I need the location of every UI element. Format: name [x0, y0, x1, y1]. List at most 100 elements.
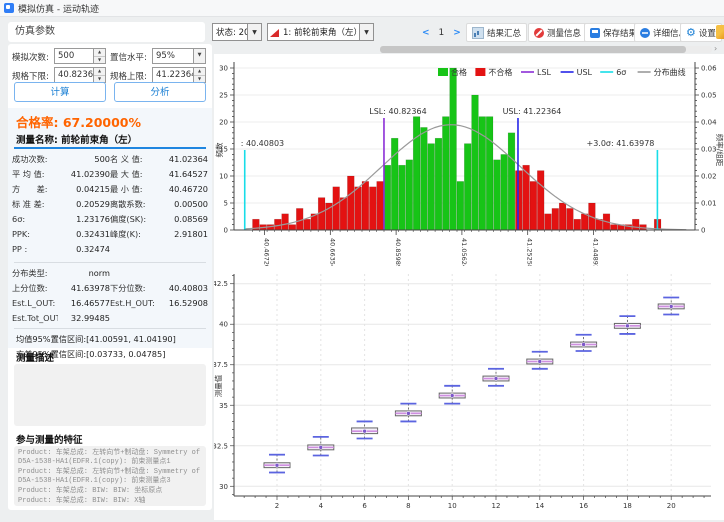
dist-label: 分布类型:	[12, 266, 58, 281]
dist-value: 16.46577	[58, 296, 110, 311]
lsl-input[interactable]: 40.82364 ▲▼	[54, 67, 106, 83]
spinner-buttons[interactable]: ▲▼	[93, 49, 105, 63]
status-combo[interactable]: 状态: 20 ▼	[212, 23, 262, 41]
stat-value: 0.32431	[58, 227, 110, 242]
stat-label: 峰度(K):	[110, 227, 158, 242]
svg-text:频数: 频数	[214, 142, 224, 157]
svg-text:8: 8	[406, 502, 410, 510]
chevron-down-icon[interactable]: ▼	[247, 24, 261, 40]
toolbar-button[interactable]: 结果汇总	[466, 23, 527, 42]
table-row: 上分位数:41.63978下分位数:40.40803	[8, 281, 212, 296]
stat-value: 500	[58, 152, 110, 167]
chart-icon	[472, 27, 484, 39]
page-number: 1	[439, 28, 445, 38]
desc-header: 测量描述	[16, 350, 54, 364]
svg-text:41.05624: 41.05624	[460, 238, 468, 266]
spin-up-icon[interactable]: ▲	[94, 49, 105, 57]
stat-label: 平 均 值:	[12, 167, 58, 182]
svg-text:35: 35	[219, 402, 228, 410]
stat-label: 最 小 值:	[110, 182, 158, 197]
chevron-down-icon[interactable]: ▼	[359, 24, 373, 40]
dist-label: Est.Tot_OUT:	[12, 311, 58, 326]
dist-label: 下分位数:	[110, 281, 158, 296]
stat-value	[158, 242, 208, 257]
svg-text:32.5: 32.5	[214, 442, 228, 450]
sim-count-input[interactable]: 500 ▲▼	[54, 48, 106, 64]
svg-text:10: 10	[219, 173, 228, 181]
features-box[interactable]: Product: 车架总成: 左转向节+制动盘: Symmetry of D5A…	[14, 446, 206, 506]
stat-label: PPK:	[12, 227, 58, 242]
toolbar-button[interactable]: 测量信息	[528, 23, 587, 42]
spin-up-icon[interactable]: ▲	[94, 68, 105, 76]
svg-text:12: 12	[492, 502, 501, 510]
spin-down-icon[interactable]: ▼	[94, 57, 105, 64]
svg-text:合格: 合格	[451, 67, 467, 77]
page-next-button[interactable]: >	[453, 28, 461, 38]
svg-text:0.03: 0.03	[701, 146, 717, 154]
svg-text:40.66354: 40.66354	[328, 238, 336, 266]
spinner-buttons[interactable]: ▲▼	[193, 68, 205, 82]
features-text: Product: 车架总成: 左转向节+制动盘: Symmetry of D5A…	[14, 446, 206, 506]
svg-text:: 40.40803: : 40.40803	[241, 139, 284, 148]
stat-value: 2.91801	[158, 227, 208, 242]
measurement-combo-value: 1: 前轮前束角（左）	[280, 26, 359, 38]
confidence-value: 95%	[153, 49, 193, 63]
stat-label: 离散系数:	[110, 197, 158, 212]
dist-label	[110, 266, 158, 281]
stat-value: 41.02364	[158, 152, 208, 167]
stat-value: 1.23176	[58, 212, 110, 227]
svg-text:30: 30	[219, 65, 228, 73]
field-label: 规格下限:	[12, 70, 49, 82]
svg-text:6: 6	[362, 502, 367, 510]
spin-up-icon[interactable]: ▲	[194, 68, 205, 76]
feature-line: Product: 车架总成: BIW: BIW: X轴	[18, 497, 202, 506]
svg-text:0: 0	[224, 227, 228, 235]
chevron-down-icon[interactable]: ▼	[193, 49, 205, 63]
stat-value: 0.32474	[58, 242, 110, 257]
usl-value: 41.22364	[153, 68, 193, 82]
angle-measure-icon	[270, 28, 280, 37]
page-prev-button[interactable]: <	[422, 28, 430, 38]
dist-label	[110, 311, 158, 326]
dist-value: 16.52908	[158, 296, 208, 311]
clipped-toolbar-icon[interactable]	[716, 25, 724, 39]
svg-text:+3.0σ: 41.63978: +3.0σ: 41.63978	[586, 139, 654, 148]
svg-text:测量值: 测量值	[214, 374, 223, 397]
svg-text:20: 20	[667, 502, 676, 510]
feature-line: Product: 车架总成: BIW: BIW: 坐标原点	[18, 487, 202, 496]
spinner-buttons[interactable]: ▲▼	[93, 68, 105, 82]
title-bar: 模拟仿真 - 运动轨迹	[0, 0, 724, 17]
dist-value: 41.63978	[58, 281, 110, 296]
scrollbar-thumb[interactable]	[380, 46, 686, 53]
svg-text:5: 5	[224, 200, 228, 208]
dist-value	[158, 266, 208, 281]
stat-value: 0.00500	[158, 197, 208, 212]
stat-label: 最 大 值:	[110, 167, 158, 182]
stat-label: 成功次数:	[12, 152, 58, 167]
dist-value: 40.40803	[158, 281, 208, 296]
pass-rate: 合格率: 67.20000%	[16, 112, 141, 131]
feature-line: Product: 车架总成: 左转向节+制动盘: Symmetry of D5A…	[18, 449, 202, 467]
field-label: 模拟次数:	[12, 51, 49, 63]
svg-text:0.06: 0.06	[701, 65, 717, 73]
stat-value: 0.04215	[58, 182, 110, 197]
features-header: 参与测量的特征	[16, 432, 83, 446]
table-row: PP :0.32474	[8, 242, 212, 257]
measurement-combo[interactable]: 1: 前轮前束角（左） ▼	[267, 23, 374, 41]
scrollbar-arrow-right[interactable]: ›	[714, 44, 717, 53]
confidence-select[interactable]: 95% ▼	[152, 48, 206, 64]
dist-value: norm	[58, 266, 110, 281]
calculate-button[interactable]: 计算	[14, 82, 106, 102]
desc-box[interactable]	[14, 364, 206, 426]
svg-text:40.85989: 40.85989	[394, 238, 402, 266]
horizontal-scrollbar[interactable]	[380, 46, 712, 53]
svg-text:LSL: 40.82364: LSL: 40.82364	[369, 107, 426, 116]
table-row: Est.L_OUT:16.46577Est.H_OUT:16.52908	[8, 296, 212, 311]
analyze-button[interactable]: 分析	[114, 82, 206, 102]
svg-text:16: 16	[579, 502, 588, 510]
chart-pane: : 40.40803+3.0σ: 41.63978LSL: 40.82364US…	[214, 54, 724, 520]
usl-input[interactable]: 41.22364 ▲▼	[152, 67, 206, 83]
svg-text:6σ: 6σ	[616, 68, 626, 77]
stat-value: 41.02390	[58, 167, 110, 182]
svg-text:不合格: 不合格	[488, 67, 512, 77]
